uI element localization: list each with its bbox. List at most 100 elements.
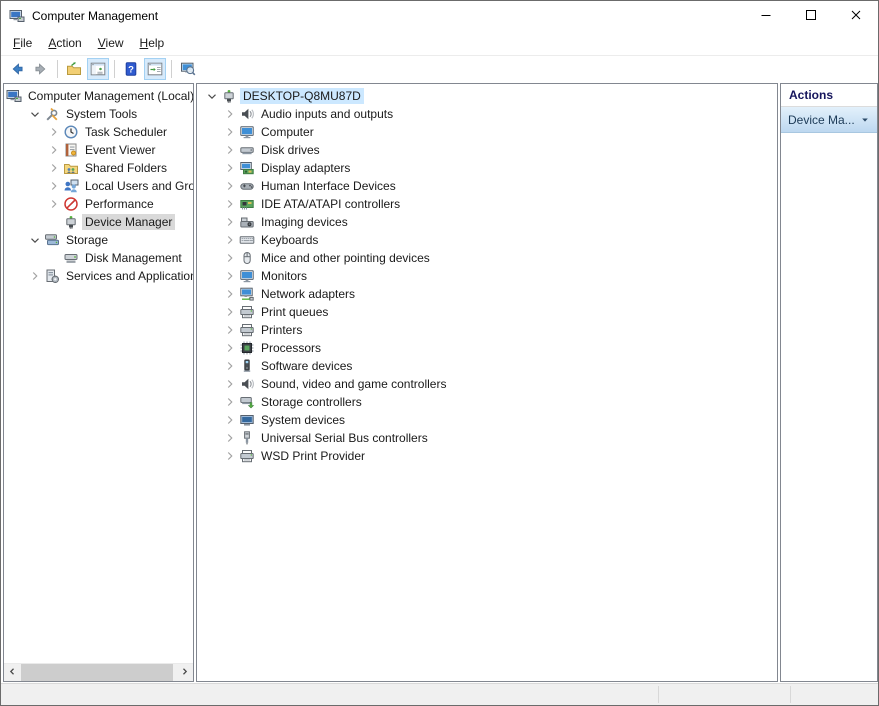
action-item-device-ma[interactable]: Device Ma... <box>781 107 877 133</box>
chevron-right-icon[interactable] <box>44 124 63 140</box>
tree-item-printers[interactable]: Printers <box>197 321 777 339</box>
dropdown-arrow-icon[interactable] <box>860 115 870 125</box>
tree-item-label: Disk Management <box>82 250 185 266</box>
scan-hardware-changes-button[interactable] <box>177 58 199 80</box>
tree-item-label: Event Viewer <box>82 142 158 158</box>
chevron-right-icon[interactable] <box>221 196 239 212</box>
chevron-right-icon[interactable] <box>221 358 239 374</box>
tree-item-human-interface-devices[interactable]: Human Interface Devices <box>197 177 777 195</box>
chevron-right-icon[interactable] <box>44 160 63 176</box>
tree-item-audio-inputs-and-outputs[interactable]: Audio inputs and outputs <box>197 105 777 123</box>
chevron-right-icon[interactable] <box>221 178 239 194</box>
shared-folders-icon <box>63 160 79 176</box>
gamepad-icon <box>239 178 255 194</box>
tree-item-local-users-and-groups[interactable]: Local Users and Groups <box>4 177 193 195</box>
chevron-right-icon[interactable] <box>221 412 239 428</box>
tree-item-label: Disk drives <box>258 142 323 158</box>
chevron-down-icon[interactable] <box>25 232 44 248</box>
chevron-right-icon[interactable] <box>221 106 239 122</box>
chevron-right-icon[interactable] <box>221 394 239 410</box>
tree-item-system-tools[interactable]: System Tools <box>4 105 193 123</box>
chevron-right-icon[interactable] <box>221 214 239 230</box>
tree-item-imaging-devices[interactable]: Imaging devices <box>197 213 777 231</box>
chevron-right-icon[interactable] <box>221 430 239 446</box>
chevron-right-icon[interactable] <box>221 268 239 284</box>
tree-item-shared-folders[interactable]: Shared Folders <box>4 159 193 177</box>
menu-action[interactable]: Action <box>40 33 89 53</box>
tree-item-system-devices[interactable]: System devices <box>197 411 777 429</box>
tree-item-performance[interactable]: Performance <box>4 195 193 213</box>
chevron-right-icon[interactable] <box>221 142 239 158</box>
tree-item-label: Network adapters <box>258 286 358 302</box>
chevron-right-icon[interactable] <box>221 232 239 248</box>
tree-item-event-viewer[interactable]: Event Viewer <box>4 141 193 159</box>
chevron-right-icon[interactable] <box>221 250 239 266</box>
content-area: Computer Management (Local)System ToolsT… <box>1 82 878 683</box>
tree-item-label: Imaging devices <box>258 214 351 230</box>
tree-item-task-scheduler[interactable]: Task Scheduler <box>4 123 193 141</box>
tree-item-keyboards[interactable]: Keyboards <box>197 231 777 249</box>
horizontal-scrollbar[interactable] <box>4 663 193 681</box>
chevron-right-icon[interactable] <box>221 340 239 356</box>
help-button[interactable]: ? <box>120 58 142 80</box>
chevron-right-icon[interactable] <box>221 322 239 338</box>
titlebar[interactable]: Computer Management <box>1 1 878 31</box>
chevron-right-icon[interactable] <box>221 448 239 464</box>
tree-item-device-manager[interactable]: Device Manager <box>4 213 193 231</box>
console-tree-pane: Computer Management (Local)System ToolsT… <box>3 83 194 682</box>
tree-item-computer-management-local[interactable]: Computer Management (Local) <box>4 87 193 105</box>
tree-item-label: Computer Management (Local) <box>25 88 193 104</box>
tree-item-computer[interactable]: Computer <box>197 123 777 141</box>
close-button[interactable] <box>833 1 878 31</box>
chevron-right-icon[interactable] <box>44 178 63 194</box>
chevron-right-icon[interactable] <box>221 160 239 176</box>
chevron-right-icon[interactable] <box>221 376 239 392</box>
back-button[interactable] <box>6 58 28 80</box>
show-action-pane-toggle[interactable] <box>144 58 166 80</box>
tree-item-network-adapters[interactable]: Network adapters <box>197 285 777 303</box>
scrollbar-thumb[interactable] <box>21 664 173 681</box>
tree-item-label: Display adapters <box>258 160 353 176</box>
tree-item-monitors[interactable]: Monitors <box>197 267 777 285</box>
chevron-right-icon[interactable] <box>25 268 44 284</box>
tree-item-ide-ata-atapi-controllers[interactable]: IDE ATA/ATAPI controllers <box>197 195 777 213</box>
tree-item-wsd-print-provider[interactable]: WSD Print Provider <box>197 447 777 465</box>
tree-item-print-queues[interactable]: Print queues <box>197 303 777 321</box>
chevron-down-icon[interactable] <box>203 88 221 104</box>
tree-item-services-and-applications[interactable]: Services and Applications <box>4 267 193 285</box>
tree-item-storage-controllers[interactable]: Storage controllers <box>197 393 777 411</box>
tree-item-label: Printers <box>258 322 305 338</box>
tree-item-disk-management[interactable]: Disk Management <box>4 249 193 267</box>
tree-item-sound-video-and-game-controllers[interactable]: Sound, video and game controllers <box>197 375 777 393</box>
menu-file[interactable]: File <box>5 33 40 53</box>
chevron-right-icon[interactable] <box>221 304 239 320</box>
forward-button[interactable] <box>30 58 52 80</box>
tree-item-disk-drives[interactable]: Disk drives <box>197 141 777 159</box>
tree-item-mice-and-other-pointing-devices[interactable]: Mice and other pointing devices <box>197 249 777 267</box>
monitor-icon <box>239 124 255 140</box>
tree-item-software-devices[interactable]: Software devices <box>197 357 777 375</box>
chevron-right-icon[interactable] <box>44 142 63 158</box>
show-console-tree-toggle[interactable] <box>87 58 109 80</box>
scroll-right-button[interactable] <box>176 664 193 681</box>
tree-item-processors[interactable]: Processors <box>197 339 777 357</box>
chevron-down-icon[interactable] <box>25 106 44 122</box>
chevron-right-icon[interactable] <box>221 286 239 302</box>
chevron-right-icon[interactable] <box>44 196 63 212</box>
maximize-button[interactable] <box>788 1 833 31</box>
tree-item-display-adapters[interactable]: Display adapters <box>197 159 777 177</box>
minimize-button[interactable] <box>743 1 788 31</box>
action-item-label: Device Ma... <box>788 113 855 127</box>
chevron-right-icon[interactable] <box>221 124 239 140</box>
tree-item-storage[interactable]: Storage <box>4 231 193 249</box>
scroll-left-button[interactable] <box>4 664 21 681</box>
tree-item-label: Storage controllers <box>258 394 365 410</box>
tree-item-universal-serial-bus-controllers[interactable]: Universal Serial Bus controllers <box>197 429 777 447</box>
up-one-level-button[interactable] <box>63 58 85 80</box>
tree-item-desktop-q8mu87d[interactable]: DESKTOP-Q8MU87D <box>197 87 777 105</box>
computer-management-icon <box>9 8 25 24</box>
tree-item-label: Performance <box>82 196 157 212</box>
console-tree-icon <box>90 61 106 77</box>
menu-help[interactable]: Help <box>132 33 173 53</box>
menu-view[interactable]: View <box>90 33 132 53</box>
